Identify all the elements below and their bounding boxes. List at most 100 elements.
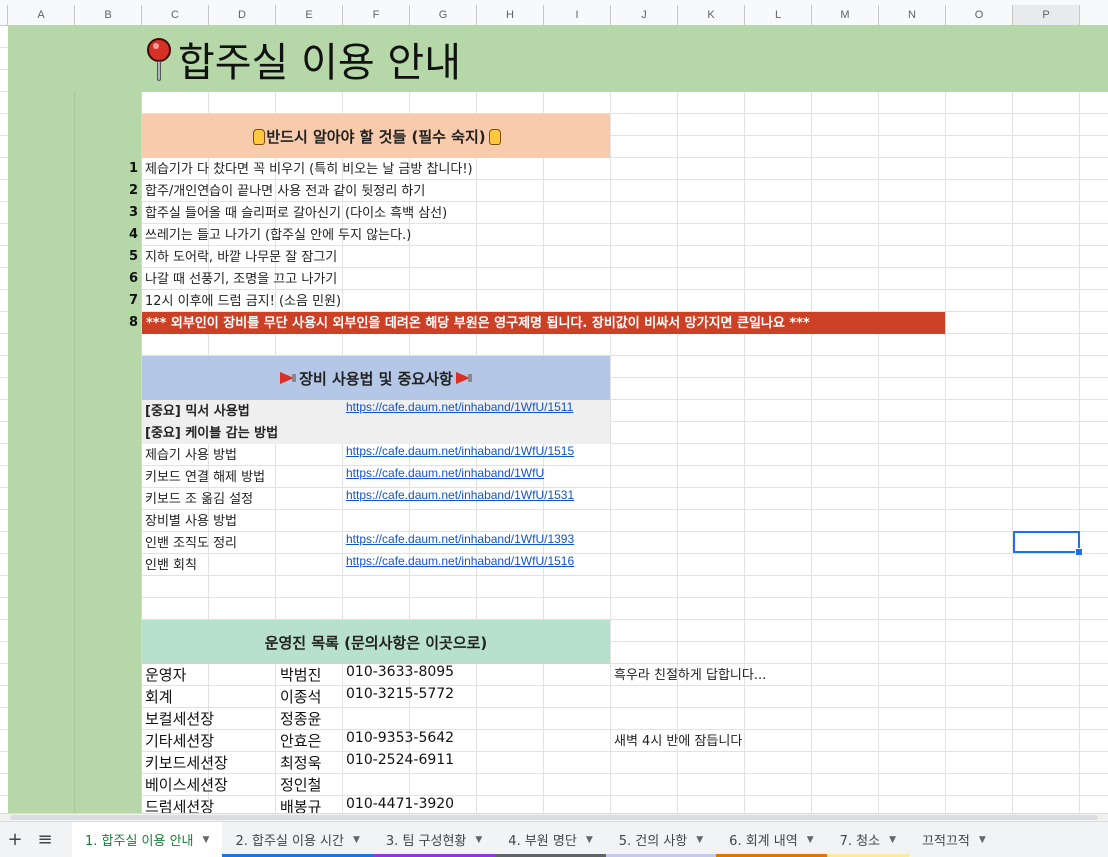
staff-phone[interactable]: 010-9353-5642	[346, 730, 454, 752]
column-header-m[interactable]: M	[812, 5, 879, 26]
rule-text[interactable]: 지하 도어락, 바깥 나무문 잘 잠그기	[145, 246, 337, 268]
staff-note[interactable]: 흑우라 친절하게 답합니다...	[614, 664, 766, 686]
sheet-tab-bar: + ≡ 1. 합주실 이용 안내 ▼ 2. 합주실 이용 시간 ▼ 3. 팀 구성현황 ▼…	[0, 821, 1108, 857]
chevron-down-icon[interactable]: ▼	[586, 835, 593, 845]
sheet-tab[interactable]: 3. 팀 구성현황 ▼	[372, 822, 496, 857]
rule-text[interactable]: 제습기가 다 찼다면 꼭 비우기 (특히 비오는 날 금방 찹니다!)	[145, 158, 473, 180]
column-header-j[interactable]: J	[611, 5, 678, 26]
staff-name[interactable]: 안효은	[280, 730, 321, 752]
sheet-tab[interactable]: 5. 건의 사항 ▼	[605, 822, 717, 857]
sheet-tab[interactable]: 4. 부원 명단 ▼	[495, 822, 606, 857]
equipment-link[interactable]: https://cafe.daum.net/inhaband/1WfU/1516	[346, 554, 610, 576]
staff-name[interactable]: 정인철	[280, 774, 321, 796]
chevron-down-icon[interactable]: ▼	[475, 835, 482, 845]
staff-phone[interactable]: 010-3633-8095	[346, 664, 454, 686]
rule-text[interactable]: 합주/개인연습이 끝나면 사용 전과 같이 뒷정리 하기	[145, 180, 425, 202]
sheet-tab[interactable]: 6. 회계 내역 ▼	[716, 822, 827, 857]
column-header-d[interactable]: D	[209, 5, 276, 26]
rule-text[interactable]: 12시 이후에 드럼 금지! (소음 민원)	[145, 290, 341, 312]
row-number-corner	[0, 5, 8, 26]
sheet-tab[interactable]: 끄적끄적 ▼	[909, 822, 999, 857]
rule-text[interactable]: 쓰레기는 들고 나가기 (합주실 안에 두지 않는다.)	[145, 224, 411, 246]
sheet-tab[interactable]: 1. 합주실 이용 안내 ▼	[72, 822, 223, 857]
chevron-down-icon[interactable]: ▼	[696, 835, 703, 845]
staff-role[interactable]: 운영자	[145, 664, 186, 686]
column-header-a[interactable]: A	[8, 5, 75, 26]
selected-cell[interactable]	[1013, 531, 1083, 556]
rule-number: 1	[128, 161, 138, 176]
staff-name[interactable]: 최정욱	[280, 752, 321, 774]
sheet-tab[interactable]: 7. 청소 ▼	[826, 822, 909, 857]
sheet-tab-label: 5. 건의 사항	[618, 834, 688, 849]
equipment-link[interactable]: https://cafe.daum.net/inhaband/1WfU/1515	[346, 444, 610, 466]
column-header-b[interactable]: B	[75, 5, 142, 26]
equipment-label[interactable]: 키보드 조 옮김 설정	[145, 488, 253, 510]
equipment-label[interactable]: 제습기 사용 방법	[145, 444, 237, 466]
rule-text[interactable]: 합주실 들어올 때 슬리퍼로 갈아신기 (다이소 흑백 삼선)	[145, 202, 447, 224]
staff-name[interactable]: 이종석	[280, 686, 321, 708]
column-header-k[interactable]: K	[678, 5, 745, 26]
staff-phone[interactable]: 010-2524-6911	[346, 752, 454, 774]
section-header-staff[interactable]: 운영진 목록 (문의사항은 이곳으로)	[142, 620, 610, 664]
staff-note[interactable]: 새벽 4시 반에 잠듭니다	[614, 730, 742, 752]
column-header-i[interactable]: I	[544, 5, 611, 26]
chevron-down-icon[interactable]: ▼	[979, 835, 986, 845]
staff-role[interactable]: 보컬세션장	[145, 708, 214, 730]
rule-number: 7	[128, 293, 138, 308]
scrollbar-thumb[interactable]	[10, 815, 1098, 820]
sheet-tab-label: 2. 합주실 이용 시간	[235, 834, 344, 849]
sheet-tab-label: 7. 청소	[839, 834, 881, 849]
column-header-o[interactable]: O	[946, 5, 1013, 26]
sheet-tab[interactable]: 2. 합주실 이용 시간 ▼	[222, 822, 373, 857]
equipment-label[interactable]: 인밴 조직도 정리	[145, 532, 237, 554]
horizontal-scrollbar[interactable]	[0, 813, 1108, 821]
column-header-f[interactable]: F	[343, 5, 410, 26]
hamburger-menu-icon[interactable]: ≡	[30, 822, 60, 857]
equipment-link[interactable]: https://cafe.daum.net/inhaband/1WfU/1531	[346, 488, 610, 510]
staff-role[interactable]: 베이스세션장	[145, 774, 228, 796]
spreadsheet-window: ABCDEFGHIJKLMNOP 합주실 이용 안내 반드시 알아야 할 것들 …	[0, 0, 1108, 857]
rule-number: 3	[128, 205, 138, 220]
sheet-grid[interactable]: 합주실 이용 안내 반드시 알아야 할 것들 (필수 숙지) 1 제습기가 다 찼…	[0, 26, 1108, 821]
column-header-g[interactable]: G	[410, 5, 477, 26]
staff-name[interactable]: 박범진	[280, 664, 321, 686]
chevron-down-icon[interactable]: ▼	[203, 835, 210, 845]
equipment-label[interactable]: [중요] 케이블 감는 방법	[145, 422, 278, 444]
equipment-link[interactable]: https://cafe.daum.net/inhaband/1WfU/1511	[346, 400, 610, 422]
rule-number: 6	[128, 271, 138, 286]
section-header-rules-text: 반드시 알아야 할 것들 (필수 숙지)	[266, 127, 486, 146]
chevron-down-icon[interactable]: ▼	[353, 835, 360, 845]
column-header-p[interactable]: P	[1013, 5, 1080, 26]
rule-text[interactable]: 나갈 때 선풍기, 조명을 끄고 나가기	[145, 268, 337, 290]
section-header-rules[interactable]: 반드시 알아야 할 것들 (필수 숙지)	[142, 114, 610, 158]
staff-role[interactable]: 키보드세션장	[145, 752, 228, 774]
equipment-label[interactable]: [중요] 믹서 사용법	[145, 400, 250, 422]
plus-icon[interactable]: +	[0, 822, 30, 857]
chevron-down-icon[interactable]: ▼	[807, 835, 814, 845]
chevron-down-icon[interactable]: ▼	[889, 835, 896, 845]
loudspeaker-icon	[279, 371, 297, 385]
equipment-link[interactable]: https://cafe.daum.net/inhaband/1WfU	[346, 466, 610, 488]
column-header-h[interactable]: H	[477, 5, 544, 26]
staff-role[interactable]: 회계	[145, 686, 173, 708]
equipment-label[interactable]: 인밴 회칙	[145, 554, 197, 576]
section-header-staff-text: 운영진 목록 (문의사항은 이곳으로)	[264, 633, 488, 652]
backhand-index-pointing-right-icon	[251, 127, 266, 145]
equipment-link[interactable]: https://cafe.daum.net/inhaband/1WfU/1393	[346, 532, 610, 554]
staff-role[interactable]: 기타세션장	[145, 730, 214, 752]
rule-number: 2	[128, 183, 138, 198]
left-green-columns	[8, 26, 141, 821]
column-header-c[interactable]: C	[142, 5, 209, 26]
loudspeaker-icon	[455, 371, 473, 385]
staff-name[interactable]: 정종윤	[280, 708, 321, 730]
staff-phone[interactable]: 010-3215-5772	[346, 686, 454, 708]
sheet-tab-label: 3. 팀 구성현황	[385, 834, 467, 849]
column-header-n[interactable]: N	[879, 5, 946, 26]
rule-number: 5	[128, 249, 138, 264]
section-header-equipment[interactable]: 장비 사용법 및 중요사항	[142, 356, 610, 400]
equipment-label[interactable]: 장비별 사용 방법	[145, 510, 237, 532]
column-header-e[interactable]: E	[276, 5, 343, 26]
column-header-l[interactable]: L	[745, 5, 812, 26]
page-title-cell[interactable]: 합주실 이용 안내	[146, 30, 461, 88]
equipment-label[interactable]: 키보드 연결 해제 방법	[145, 466, 265, 488]
